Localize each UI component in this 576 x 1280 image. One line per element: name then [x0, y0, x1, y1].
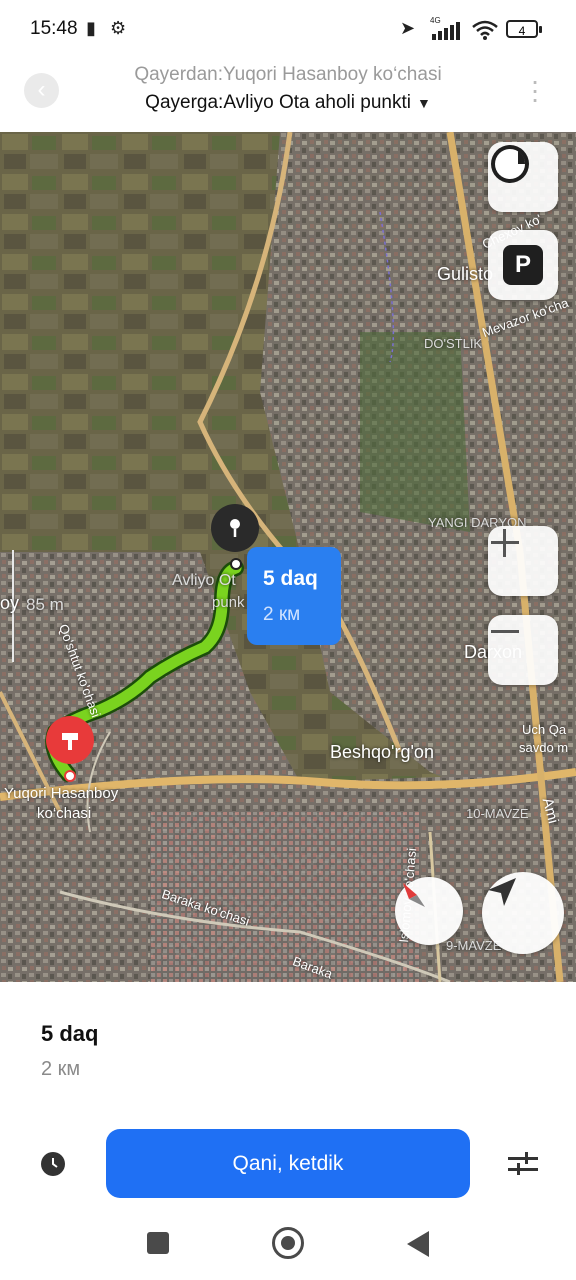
zoom-in-button[interactable]	[488, 526, 558, 596]
route-summary-panel: 5 daq 2 км Qani, ketdik	[0, 982, 576, 1280]
route-to-label: Qayerga:Avliyo Ota aholi punkti	[145, 92, 411, 113]
route-from[interactable]: Qayerdan:Yuqori Hasanboy ko‘chasi	[0, 64, 576, 86]
clock-icon[interactable]	[41, 1152, 65, 1176]
home-icon[interactable]	[272, 1227, 304, 1259]
parking-icon: P	[503, 245, 543, 285]
start-marker[interactable]	[46, 716, 94, 764]
recents-icon[interactable]	[147, 1232, 169, 1254]
map-label-savdo: savdo m	[519, 740, 569, 755]
map-label-gulistan: Gulisto	[437, 264, 494, 284]
wifi-icon	[472, 20, 498, 40]
traffic-button[interactable]	[488, 142, 558, 212]
zoom-in-icon	[491, 529, 519, 557]
go-button[interactable]: Qani, ketdik	[106, 1129, 470, 1198]
my-location-button[interactable]	[482, 872, 564, 954]
scale-label: 85 m	[26, 595, 64, 614]
gear-icon: ⚙	[110, 18, 127, 38]
battery-saver-icon: ▮	[86, 18, 96, 38]
route-settings-icon[interactable]	[508, 1150, 538, 1178]
compass-button[interactable]	[395, 877, 463, 945]
signpost-icon	[62, 733, 78, 750]
system-nav-bar	[0, 1214, 576, 1280]
map-view[interactable]: 5 daq 2 км Gulisto DO'STLIK YANGI DARYON…	[0, 132, 576, 982]
signal-icon	[432, 22, 460, 40]
back-triangle-icon[interactable]	[407, 1231, 429, 1257]
location-arrow-icon: ➤	[400, 18, 416, 38]
parking-button[interactable]: P	[488, 230, 558, 300]
destination-marker[interactable]	[211, 504, 259, 552]
map-label-left-edge: oy	[0, 593, 20, 613]
route-time: 5 daq	[263, 567, 318, 590]
summary-distance: 2 км	[41, 1058, 81, 1080]
battery-indicator: 4	[506, 20, 542, 38]
map-label-beshqorgon: Beshqo'rg'on	[330, 742, 434, 762]
map-label-uch-qa: Uch Qa	[522, 722, 567, 737]
map-label-yuqori-2: ko‘chasi	[37, 805, 92, 822]
compass-icon	[403, 883, 425, 907]
map-label-avliyo: Avliyo Ot	[172, 572, 236, 589]
route-info-bubble[interactable]: 5 daq 2 км	[247, 547, 341, 645]
route-header: ‹ Qayerdan:Yuqori Hasanboy ko‘chasi Qaye…	[0, 60, 576, 132]
map-label-dostlik: DO'STLIK	[424, 336, 483, 351]
zoom-out-button[interactable]	[488, 615, 558, 685]
more-menu-button[interactable]: · · ·	[526, 67, 544, 113]
map-label-yuqori: Yuqori Hasanboy	[4, 785, 119, 802]
status-bar: 15:48 ▮ ⚙ ➤ 4G 4	[0, 0, 576, 60]
summary-time: 5 daq	[41, 1021, 99, 1046]
map-label-10-mavze: 10-MAVZE	[466, 806, 529, 821]
zoom-out-icon	[491, 630, 519, 633]
route-distance: 2 км	[263, 604, 301, 625]
map-label-avliyo-2: punk	[212, 594, 245, 611]
locate-icon	[488, 878, 516, 906]
caret-down-icon: ▼	[416, 95, 431, 111]
traffic-icon	[491, 145, 529, 183]
status-time: 15:48	[30, 18, 78, 39]
pin-icon	[230, 519, 240, 537]
route-to[interactable]: Qayerga:Avliyo Ota aholi punkti ▼	[0, 92, 576, 114]
